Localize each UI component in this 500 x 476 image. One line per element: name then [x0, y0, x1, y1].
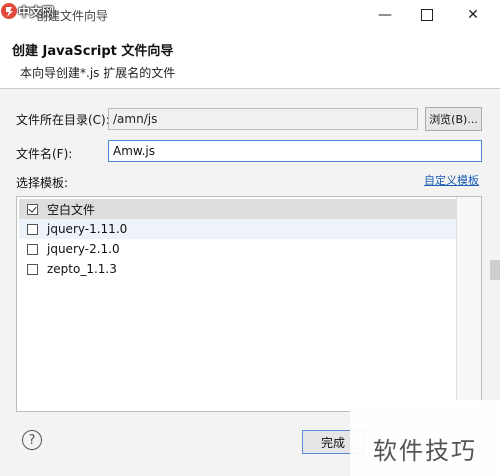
template-row-label: jquery-2.1.0 — [47, 242, 120, 256]
close-icon: ✕ — [467, 7, 479, 23]
list-scrollbar[interactable] — [456, 197, 481, 411]
close-button[interactable]: ✕ — [450, 0, 496, 30]
maximize-button[interactable] — [404, 0, 450, 30]
template-row-blank[interactable]: 空白文件 — [19, 199, 457, 219]
wizard-header: 创建 JavaScript 文件向导 本向导创建*.js 扩展名的文件 — [0, 30, 500, 86]
template-row-zepto-1-1-3[interactable]: zepto_1.1.3 — [19, 259, 457, 279]
checkbox-checked-icon[interactable] — [27, 203, 38, 215]
template-row-jquery-1-11-0[interactable]: jquery-1.11.0 — [19, 219, 457, 239]
custom-template-link[interactable]: 自定义模板 — [424, 172, 479, 188]
template-row-label: 空白文件 — [47, 202, 96, 217]
title-bar: 中文网 创建文件向导 — ✕ — [0, 0, 500, 30]
maximize-icon — [421, 9, 433, 21]
template-label: 选择模板: — [16, 176, 69, 190]
template-list[interactable]: 空白文件 jquery-1.11.0 jquery-2.1.0 zepto_1.… — [16, 196, 482, 412]
background-window-edge — [490, 260, 500, 280]
checkbox-icon[interactable] — [27, 263, 38, 275]
minimize-button[interactable]: — — [362, 0, 408, 30]
filename-input[interactable]: Amw.js — [108, 140, 482, 162]
wizard-description: 本向导创建*.js 扩展名的文件 — [20, 66, 176, 80]
template-row-label: zepto_1.1.3 — [47, 262, 117, 276]
directory-label: 文件所在目录(C): — [16, 113, 110, 127]
directory-input[interactable]: /amn/js — [108, 108, 418, 130]
watermark: 软件技巧 — [350, 400, 500, 476]
minimize-icon: — — [378, 7, 392, 23]
wizard-title: 创建 JavaScript 文件向导 — [12, 44, 174, 59]
filename-label: 文件名(F): — [16, 147, 73, 161]
window-title: 创建文件向导 — [36, 9, 109, 23]
browse-button[interactable]: 浏览(B)... — [425, 107, 482, 131]
help-icon: ? — [28, 432, 36, 448]
template-row-label: jquery-1.11.0 — [47, 222, 128, 236]
checkbox-icon[interactable] — [27, 243, 38, 255]
template-row-jquery-2-1-0[interactable]: jquery-2.1.0 — [19, 239, 457, 259]
logo-icon — [1, 3, 17, 19]
help-button[interactable]: ? — [22, 430, 42, 450]
checkbox-icon[interactable] — [27, 223, 38, 235]
